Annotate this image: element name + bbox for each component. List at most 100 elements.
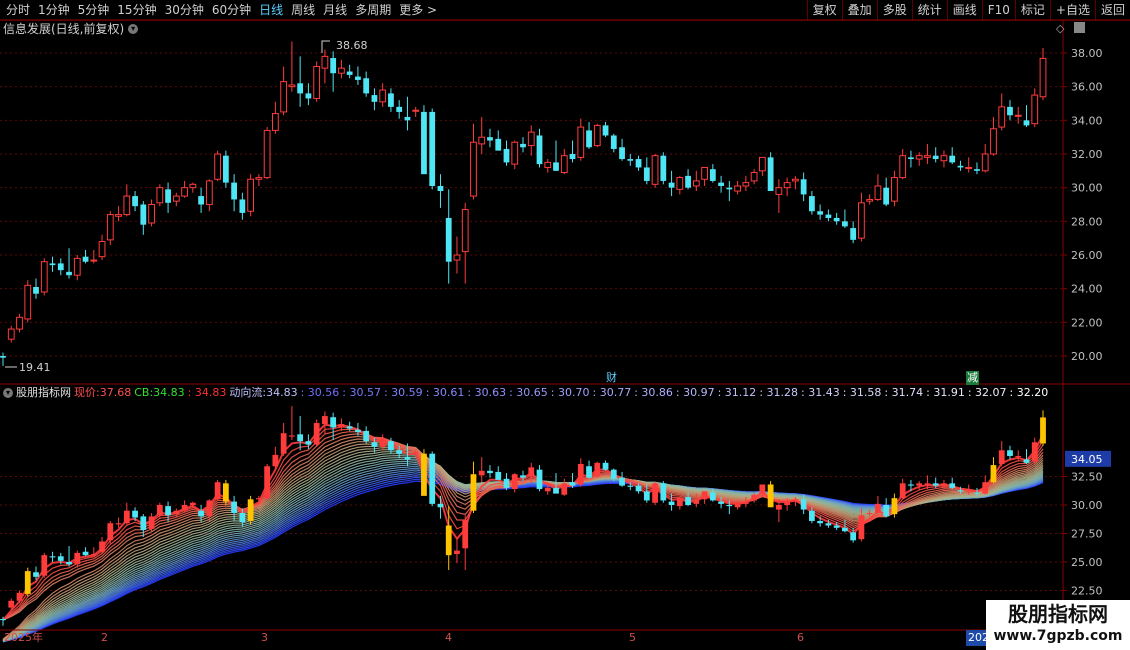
ind-candle-body [272,454,279,467]
candle-body [750,172,758,182]
candle-body [544,161,552,168]
indicator-title: ▾ 股朋指标网 现价: 37.68 CB: 34.83 : 34.83 动向流:… [3,385,1051,401]
ind-candle-body [156,505,163,516]
ind-candle-body [115,523,122,525]
candle-body [685,175,691,188]
candle-body [709,169,716,181]
candle-body [371,95,378,102]
candle-body [974,169,980,171]
ind-candle-body [437,503,444,508]
candle-body [817,211,824,215]
flow-value-0: : 30.56 [300,386,340,399]
candle-body [82,256,89,262]
ind-candle-body [99,541,105,552]
candle-body [874,185,882,200]
candle-body [915,155,923,160]
candle-body [527,131,535,147]
candle-body [222,155,229,183]
ind-candle-body [660,483,667,501]
cb-value: 34.83 [153,386,185,399]
date-label-2: 3 [261,631,268,644]
candle-body [593,124,601,147]
candle-body [602,125,609,136]
current-price-tag-label: 34.05 [1071,453,1103,466]
ind-candle-body [123,510,130,524]
candle-body [668,182,675,188]
ind-candle-body [346,426,353,429]
candle-body [421,111,427,175]
ind-candle-body [388,441,394,451]
candle-body [767,157,774,192]
candle-body [172,195,180,202]
ind-candle-body [181,505,188,511]
candle-body [619,147,625,160]
ind-candle-body [412,452,419,454]
candle-body [66,271,72,276]
date-label-0: 2025年 [4,631,43,644]
chevron-down-icon[interactable]: ▾ [3,388,13,398]
candle-body [692,180,700,187]
candle-body [651,155,659,185]
ind-candle-body [206,500,213,517]
ind-candle-body [932,483,939,486]
ind-candle-body [421,453,427,496]
flow-value-8: : 30.86 [634,386,673,399]
ind-candle-body [495,471,502,480]
ind-candle-body [965,491,972,493]
ribbon-line [2,473,1044,643]
diamond-icon[interactable]: ◇ [1056,22,1064,35]
ind-candle-body [693,500,700,504]
candle-body [255,177,263,180]
max-price-text: 38.68 [336,39,368,52]
ind-candle-body [247,499,254,521]
flow-value-6: : 30.70 [550,386,590,399]
candle-body [908,157,914,160]
ind-candle-body [132,510,138,518]
reduce-marker[interactable]: 减 [966,371,979,385]
ind-candle-body [784,501,791,505]
candle-body [487,137,493,141]
main-ytick-label: 38.00 [1071,47,1103,60]
ind-candle-body [338,424,345,428]
candle-body [842,221,848,227]
candle-body [57,263,64,271]
candle-body [660,155,667,181]
finance-marker[interactable]: 财 [606,371,617,385]
ind-candle-body [594,462,601,477]
max-price-label: 38.68 [336,39,368,52]
ind-candle-body [198,510,204,517]
ind-candle-body [809,510,815,521]
candle-body [16,316,23,330]
candle-body [998,106,1006,128]
candle-body [701,166,708,180]
panel-toggle-icon[interactable] [1074,22,1085,33]
ind-candle-body [189,502,196,505]
main-ytick-label: 30.00 [1071,182,1103,195]
ind-candle-body [775,505,782,510]
candle-body [478,136,486,145]
ind-candle-body [569,482,576,486]
ind-candle-body [148,516,155,529]
ind-candle-body [941,483,947,487]
flow-value: 34.83 [266,386,298,399]
candle-body [1031,94,1039,125]
chevron-down-icon[interactable]: ▾ [128,24,139,34]
ind-candle-body [734,503,741,508]
candle-body [24,284,32,320]
ind-candle-body [289,435,295,437]
candle-body [98,241,106,258]
price-label: 现价: [74,386,100,399]
candle-body [231,182,237,200]
ind-candle-body [363,430,370,442]
kline-chart[interactable]: 38.00 36.00 34.00 32.00 30.00 28.00 26.00 24.00… [0,0,1130,650]
ind-candle-body [635,485,642,492]
candle-body [577,126,585,158]
ind-candle-body [833,525,840,528]
candle-body [932,155,939,160]
ind-candle-body [577,463,584,485]
watermark-url: www.7gpzb.com [993,628,1123,644]
ind-candle-body [627,485,634,487]
main-ytick-label: 32.00 [1071,148,1103,161]
flow-value-17: : 32.20 [1009,386,1049,399]
ind-candle-body [610,469,617,479]
